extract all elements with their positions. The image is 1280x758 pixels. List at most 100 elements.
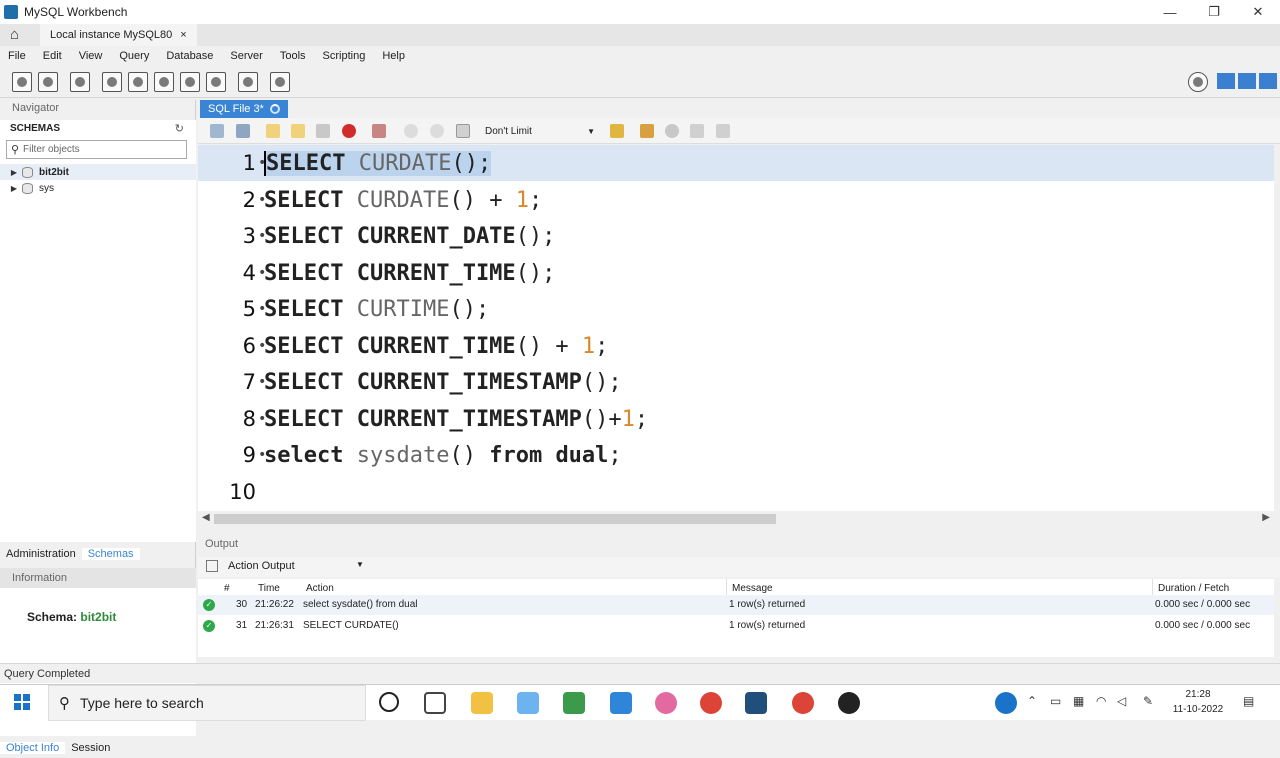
open-file-icon[interactable]	[210, 124, 224, 138]
stop-icon[interactable]	[342, 124, 356, 138]
code-line-1[interactable]: 1 • SELECT CURDATE();	[198, 145, 1274, 181]
chrome-icon[interactable]	[700, 692, 722, 714]
menu-tools[interactable]: Tools	[280, 50, 306, 62]
tray-icon[interactable]: ▦	[1073, 694, 1084, 708]
scroll-right-icon[interactable]: ▶	[1262, 512, 1270, 523]
add-snippet-icon[interactable]	[610, 124, 624, 138]
expand-arrow-icon[interactable]: ▶	[6, 168, 22, 177]
tab-administration[interactable]: Administration	[0, 548, 82, 560]
col-header-num[interactable]: #	[224, 583, 230, 594]
sql-file-tab[interactable]: SQL File 3*	[200, 100, 288, 118]
beautify-icon[interactable]	[640, 124, 654, 138]
clock[interactable]: 21:28 11-10-2022	[1170, 687, 1226, 717]
scroll-left-icon[interactable]: ◀	[202, 512, 210, 523]
rollback-icon[interactable]	[430, 124, 444, 138]
code-line-10[interactable]: 10	[198, 474, 1274, 510]
volume-icon[interactable]: ◁	[1117, 694, 1126, 708]
settings-gear-icon[interactable]	[1188, 72, 1208, 92]
table-row[interactable]: ✓ 30 21:26:22 select sysdate() from dual…	[198, 595, 1274, 615]
help-icon[interactable]	[995, 692, 1017, 714]
close-window-button[interactable]: ✕	[1236, 0, 1280, 24]
tab-object-info[interactable]: Object Info	[0, 742, 66, 754]
schema-item-sys[interactable]: ▶ sys	[0, 180, 196, 196]
code-line-4[interactable]: 4 • SELECT CURRENT_TIME();	[198, 255, 1274, 291]
toggle-sidebar-icon[interactable]	[1217, 73, 1235, 89]
output-type-select[interactable]: Action Output	[228, 560, 295, 572]
col-header-time[interactable]: Time	[258, 583, 280, 594]
find-replace-icon[interactable]	[665, 124, 679, 138]
code-line-7[interactable]: 7 • SELECT CURRENT_TIMESTAMP();	[198, 364, 1274, 400]
create-procedure-icon[interactable]	[180, 72, 200, 92]
home-icon[interactable]: ⌂	[10, 26, 19, 43]
app-icon[interactable]	[610, 692, 632, 714]
chrome-icon[interactable]	[792, 692, 814, 714]
windows-start-icon[interactable]	[14, 694, 30, 710]
sql-editor[interactable]: 1 • SELECT CURDATE(); 2 • SELECT CURDATE()…	[198, 145, 1274, 511]
connection-tab[interactable]: Local instance MySQL80 ×	[40, 24, 197, 46]
code-line-6[interactable]: 6 • SELECT CURRENT_TIME() + 1;	[198, 328, 1274, 364]
menu-view[interactable]: View	[79, 50, 103, 62]
save-icon[interactable]	[236, 124, 250, 138]
wifi-icon[interactable]: ◠	[1096, 694, 1106, 708]
refresh-schemas-icon[interactable]: ↻	[175, 122, 184, 135]
filter-objects-input[interactable]	[23, 144, 183, 155]
explain-icon[interactable]	[316, 124, 330, 138]
invisible-chars-icon[interactable]	[690, 124, 704, 138]
menu-query[interactable]: Query	[119, 50, 149, 62]
word-wrap-icon[interactable]	[716, 124, 730, 138]
inspect-object-icon[interactable]	[70, 72, 90, 92]
taskbar-search-box[interactable]: ⚲ Type here to search	[48, 685, 366, 721]
new-sql-tab-icon[interactable]	[12, 72, 32, 92]
create-table-icon[interactable]	[128, 72, 148, 92]
execute-icon[interactable]	[266, 124, 280, 138]
toggle-continue-on-error-icon[interactable]	[372, 124, 386, 138]
network-icon[interactable]: ▭	[1050, 694, 1061, 708]
copy-output-icon[interactable]	[206, 560, 218, 572]
execute-current-icon[interactable]	[291, 124, 305, 138]
open-sql-script-icon[interactable]	[38, 72, 58, 92]
app-icon[interactable]	[838, 692, 860, 714]
chevron-up-icon[interactable]: ⌃	[1027, 694, 1037, 708]
pen-icon[interactable]: ✎	[1143, 694, 1153, 708]
create-view-icon[interactable]	[154, 72, 174, 92]
app-icon[interactable]	[655, 692, 677, 714]
menu-scripting[interactable]: Scripting	[323, 50, 366, 62]
menu-database[interactable]: Database	[166, 50, 213, 62]
col-header-duration[interactable]: Duration / Fetch	[1158, 583, 1229, 594]
chevron-down-icon[interactable]: ▼	[356, 560, 364, 569]
editor-horizontal-scrollbar[interactable]: ◀ ▶	[198, 512, 1274, 526]
restore-button[interactable]: ❐	[1192, 0, 1236, 24]
cortana-icon[interactable]	[379, 692, 399, 712]
reconnect-icon[interactable]	[270, 72, 290, 92]
mysql-workbench-taskbar-icon[interactable]	[745, 692, 767, 714]
limit-rows-select[interactable]: Don't Limit ▼	[485, 124, 595, 139]
file-explorer-icon[interactable]	[471, 692, 493, 714]
notifications-icon[interactable]: ▤	[1243, 694, 1254, 708]
toggle-output-icon[interactable]	[1238, 73, 1256, 89]
scrollbar-thumb[interactable]	[214, 514, 776, 524]
connection-tab-close-icon[interactable]: ×	[180, 29, 186, 41]
menu-edit[interactable]: Edit	[43, 50, 62, 62]
autocommit-icon[interactable]	[456, 124, 470, 138]
tab-schemas[interactable]: Schemas	[81, 548, 140, 560]
menu-server[interactable]: Server	[230, 50, 262, 62]
minimize-button[interactable]: —	[1148, 0, 1192, 24]
create-schema-icon[interactable]	[102, 72, 122, 92]
expand-arrow-icon[interactable]: ▶	[6, 184, 22, 193]
notepad-plus-icon[interactable]	[563, 692, 585, 714]
commit-icon[interactable]	[404, 124, 418, 138]
toggle-secondary-sidebar-icon[interactable]	[1259, 73, 1277, 89]
code-line-3[interactable]: 3 • SELECT CURRENT_DATE();	[198, 218, 1274, 254]
tab-session[interactable]: Session	[65, 742, 116, 754]
table-row[interactable]: ✓ 31 21:26:31 SELECT CURDATE() 1 row(s) …	[198, 616, 1274, 636]
col-header-message[interactable]: Message	[732, 583, 773, 594]
search-table-data-icon[interactable]	[238, 72, 258, 92]
menu-file[interactable]: File	[8, 50, 26, 62]
task-view-icon[interactable]	[424, 692, 446, 714]
create-function-icon[interactable]	[206, 72, 226, 92]
code-line-5[interactable]: 5 • SELECT CURTIME();	[198, 291, 1274, 327]
code-line-2[interactable]: 2 • SELECT CURDATE() + 1;	[198, 182, 1274, 218]
code-line-9[interactable]: 9 • select sysdate() from dual;	[198, 437, 1274, 473]
code-line-8[interactable]: 8 • SELECT CURRENT_TIMESTAMP()+1;	[198, 401, 1274, 437]
schema-item-bit2bit[interactable]: ▶ bit2bit	[0, 164, 196, 180]
